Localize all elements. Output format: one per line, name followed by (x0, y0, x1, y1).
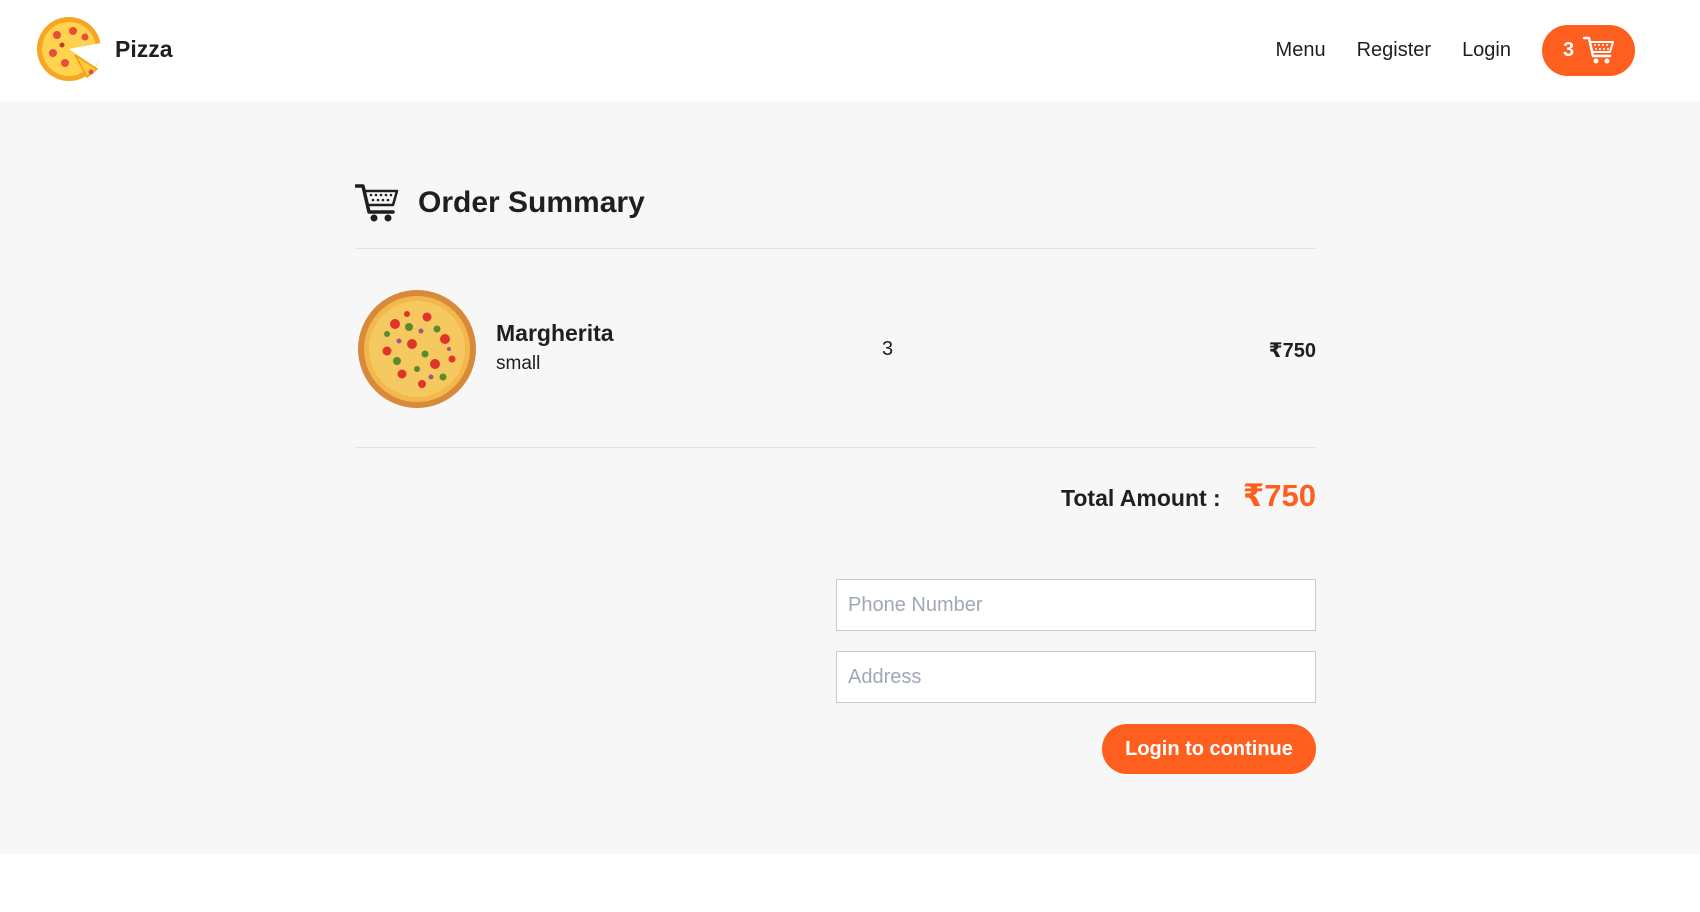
logo-link[interactable]: Pizza (35, 15, 173, 83)
total-value: ₹750 (1242, 478, 1316, 513)
login-to-continue-button[interactable]: Login to continue (1102, 724, 1316, 774)
cart-icon (355, 184, 399, 222)
navbar: Pizza Menu Register Login 3 (0, 0, 1700, 101)
logo-text: Pizza (115, 35, 173, 62)
item-quantity: 3 (882, 338, 894, 360)
nav-link-menu[interactable]: Menu (1276, 39, 1326, 62)
nav-links: Menu Register Login 3 (1276, 0, 1700, 101)
cart-count: 3 (1563, 39, 1575, 61)
summary-header: Order Summary (355, 183, 645, 223)
pizza-logo-icon (37, 17, 102, 81)
cart-item: Margherita small 3 ₹750 (355, 289, 1316, 410)
divider (355, 248, 1316, 249)
total-label: Total Amount : (1061, 485, 1221, 511)
nav-link-login[interactable]: Login (1462, 39, 1511, 62)
address-input[interactable] (836, 651, 1316, 703)
divider (355, 447, 1316, 448)
page-title: Order Summary (418, 186, 645, 219)
cart-button[interactable]: 3 (1542, 25, 1635, 76)
item-price: ₹750 (1268, 340, 1316, 362)
cart-icon (1583, 36, 1615, 63)
phone-number-input[interactable] (836, 579, 1316, 631)
item-size: small (496, 353, 541, 374)
total-amount: Total Amount : ₹750 (1061, 478, 1316, 514)
cart-page: Order Summary Margherita small 3 ₹750 To… (0, 101, 1700, 854)
item-name: Margherita (496, 320, 614, 346)
pizza-image (358, 290, 476, 408)
nav-link-register[interactable]: Register (1357, 39, 1431, 62)
